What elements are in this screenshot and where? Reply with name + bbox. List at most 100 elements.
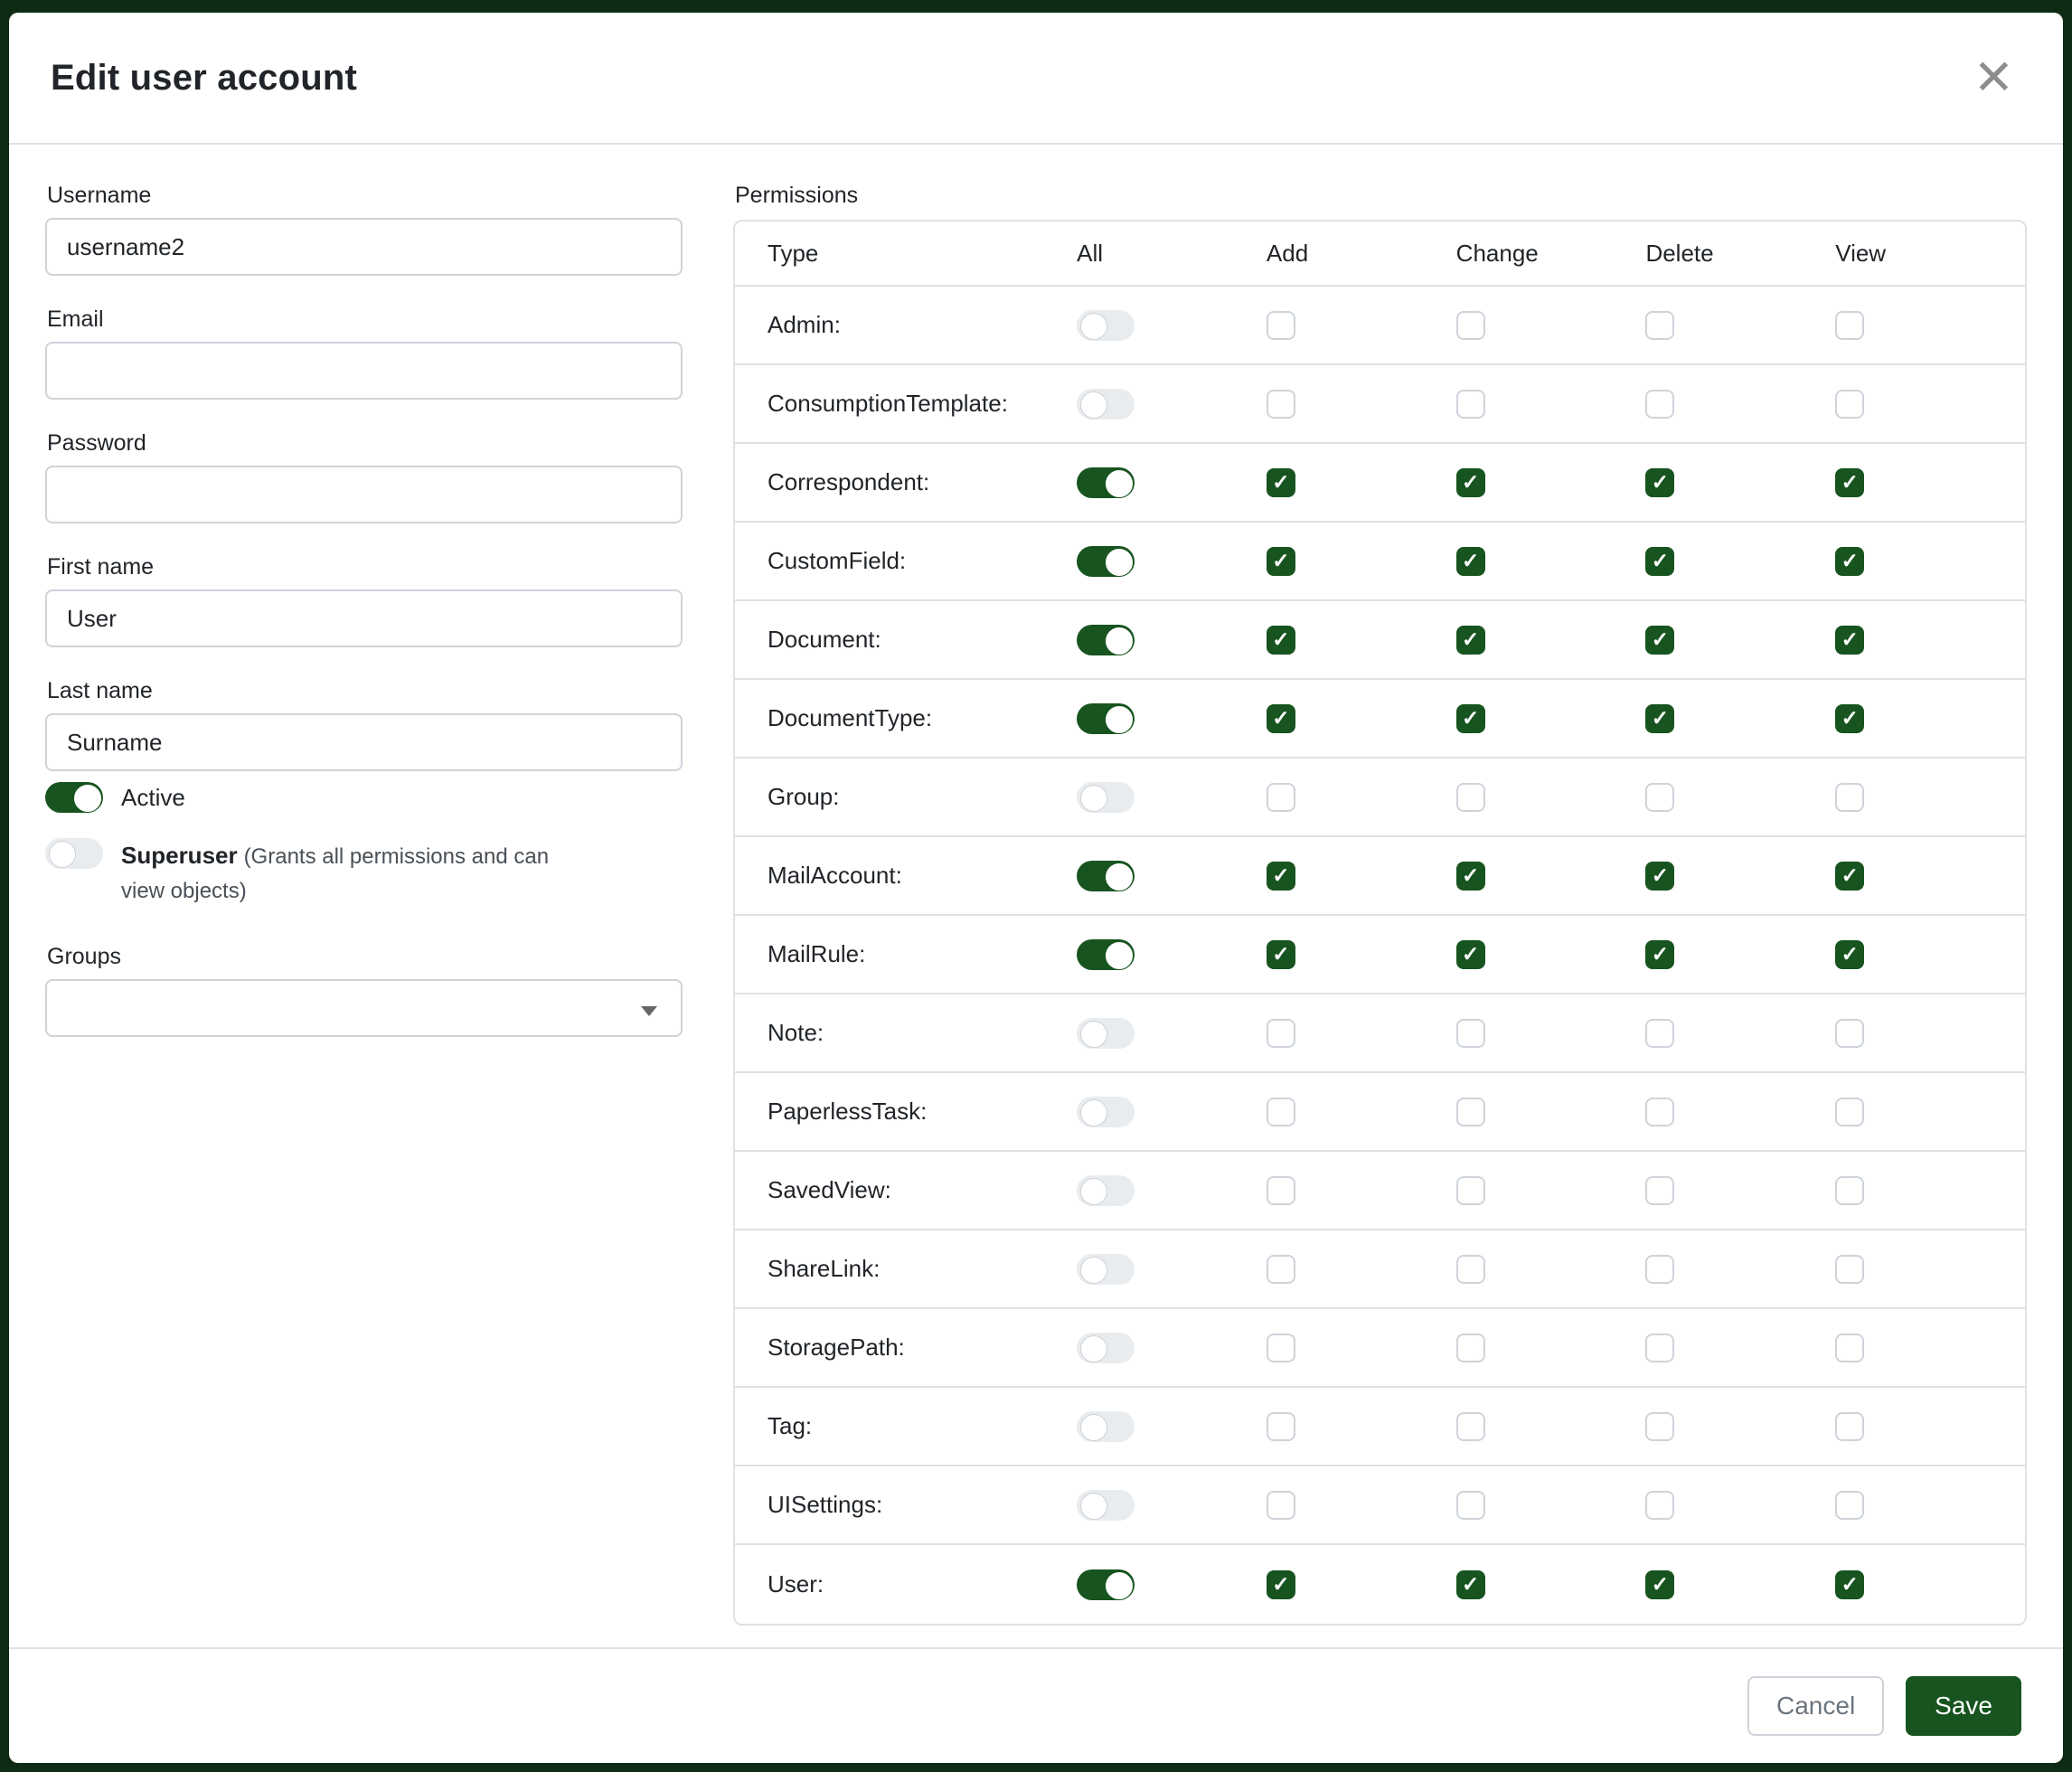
permission-all-toggle[interactable] — [1077, 389, 1135, 419]
permission-all-toggle[interactable] — [1077, 782, 1135, 813]
permission-change-checkbox[interactable] — [1456, 1491, 1485, 1520]
permission-add-checkbox[interactable] — [1267, 783, 1295, 812]
permission-delete-checkbox[interactable] — [1645, 1412, 1674, 1441]
permission-all-toggle[interactable] — [1077, 310, 1135, 341]
permission-change-checkbox[interactable] — [1456, 1098, 1485, 1126]
permission-row: StoragePath: — [735, 1309, 2025, 1388]
permission-change-checkbox[interactable] — [1456, 468, 1485, 497]
permission-delete-checkbox[interactable] — [1645, 1098, 1674, 1126]
permission-change-checkbox[interactable] — [1456, 311, 1485, 340]
permission-view-checkbox[interactable] — [1835, 1176, 1864, 1205]
permission-add-checkbox[interactable] — [1267, 1176, 1295, 1205]
permission-view-checkbox[interactable] — [1835, 1412, 1864, 1441]
permission-view-checkbox[interactable] — [1835, 311, 1864, 340]
permission-change-checkbox[interactable] — [1456, 1412, 1485, 1441]
permission-all-toggle[interactable] — [1077, 1018, 1135, 1049]
permission-change-checkbox[interactable] — [1456, 783, 1485, 812]
permission-all-toggle[interactable] — [1077, 1097, 1135, 1127]
permission-change-checkbox[interactable] — [1456, 626, 1485, 655]
permission-all-toggle[interactable] — [1077, 1175, 1135, 1206]
permission-delete-checkbox[interactable] — [1645, 1334, 1674, 1362]
permission-all-toggle[interactable] — [1077, 1490, 1135, 1521]
permission-add-checkbox[interactable] — [1267, 704, 1295, 733]
permission-add-checkbox[interactable] — [1267, 1255, 1295, 1284]
active-toggle[interactable] — [45, 782, 103, 813]
permission-all-toggle[interactable] — [1077, 703, 1135, 734]
permission-view-checkbox[interactable] — [1835, 704, 1864, 733]
username-field-group: Username — [45, 183, 683, 276]
permission-view-checkbox[interactable] — [1835, 468, 1864, 497]
permission-view-checkbox[interactable] — [1835, 1570, 1864, 1599]
permission-add-checkbox[interactable] — [1267, 390, 1295, 419]
save-button[interactable]: Save — [1906, 1676, 2021, 1736]
permission-all-toggle[interactable] — [1077, 1333, 1135, 1363]
permission-view-checkbox[interactable] — [1835, 940, 1864, 969]
permission-all-toggle[interactable] — [1077, 467, 1135, 498]
permission-change-checkbox[interactable] — [1456, 1570, 1485, 1599]
permission-view-checkbox[interactable] — [1835, 626, 1864, 655]
permission-delete-checkbox[interactable] — [1645, 940, 1674, 969]
permission-delete-checkbox[interactable] — [1645, 783, 1674, 812]
permission-view-checkbox[interactable] — [1835, 1098, 1864, 1126]
permission-view-checkbox[interactable] — [1835, 1491, 1864, 1520]
permission-add-checkbox[interactable] — [1267, 1019, 1295, 1048]
close-icon[interactable]: ✕ — [1966, 50, 2021, 106]
permission-change-checkbox[interactable] — [1456, 862, 1485, 891]
permission-change-checkbox[interactable] — [1456, 1255, 1485, 1284]
permission-all-toggle[interactable] — [1077, 1254, 1135, 1285]
permission-all-toggle[interactable] — [1077, 1569, 1135, 1600]
modal-title: Edit user account — [51, 58, 357, 99]
permission-delete-checkbox[interactable] — [1645, 704, 1674, 733]
permission-add-checkbox[interactable] — [1267, 311, 1295, 340]
permission-view-checkbox[interactable] — [1835, 862, 1864, 891]
permission-all-toggle[interactable] — [1077, 1411, 1135, 1442]
permission-add-checkbox[interactable] — [1267, 547, 1295, 576]
permission-add-checkbox[interactable] — [1267, 1570, 1295, 1599]
permission-add-checkbox[interactable] — [1267, 940, 1295, 969]
permission-all-toggle[interactable] — [1077, 939, 1135, 970]
permission-change-checkbox[interactable] — [1456, 1176, 1485, 1205]
permission-add-checkbox[interactable] — [1267, 1491, 1295, 1520]
permission-add-checkbox[interactable] — [1267, 1412, 1295, 1441]
permission-view-checkbox[interactable] — [1835, 390, 1864, 419]
permission-delete-checkbox[interactable] — [1645, 1255, 1674, 1284]
permission-delete-checkbox[interactable] — [1645, 626, 1674, 655]
permission-change-checkbox[interactable] — [1456, 1019, 1485, 1048]
permission-change-checkbox[interactable] — [1456, 547, 1485, 576]
permission-change-checkbox[interactable] — [1456, 704, 1485, 733]
permission-add-checkbox[interactable] — [1267, 1334, 1295, 1362]
cancel-button[interactable]: Cancel — [1747, 1676, 1884, 1736]
permission-view-checkbox[interactable] — [1835, 1019, 1864, 1048]
permission-delete-checkbox[interactable] — [1645, 1491, 1674, 1520]
permission-change-checkbox[interactable] — [1456, 390, 1485, 419]
groups-select[interactable] — [45, 979, 683, 1037]
permission-delete-checkbox[interactable] — [1645, 1019, 1674, 1048]
last-name-input[interactable] — [45, 713, 683, 771]
username-input[interactable] — [45, 218, 683, 276]
permission-add-checkbox[interactable] — [1267, 468, 1295, 497]
permission-change-checkbox[interactable] — [1456, 940, 1485, 969]
permission-view-checkbox[interactable] — [1835, 1334, 1864, 1362]
superuser-toggle[interactable] — [45, 838, 103, 869]
permission-add-checkbox[interactable] — [1267, 1098, 1295, 1126]
permission-all-toggle[interactable] — [1077, 625, 1135, 655]
email-field[interactable] — [45, 342, 683, 400]
permission-delete-checkbox[interactable] — [1645, 1570, 1674, 1599]
permission-view-checkbox[interactable] — [1835, 547, 1864, 576]
permission-delete-checkbox[interactable] — [1645, 468, 1674, 497]
permission-delete-checkbox[interactable] — [1645, 390, 1674, 419]
first-name-input[interactable] — [45, 589, 683, 647]
permission-delete-checkbox[interactable] — [1645, 1176, 1674, 1205]
permission-view-checkbox[interactable] — [1835, 783, 1864, 812]
permission-delete-checkbox[interactable] — [1645, 547, 1674, 576]
permission-add-checkbox[interactable] — [1267, 862, 1295, 891]
permission-change-checkbox[interactable] — [1456, 1334, 1485, 1362]
permission-all-toggle[interactable] — [1077, 546, 1135, 577]
permission-add-checkbox[interactable] — [1267, 626, 1295, 655]
permission-view-checkbox[interactable] — [1835, 1255, 1864, 1284]
permission-delete-checkbox[interactable] — [1645, 311, 1674, 340]
permission-type: ShareLink: — [735, 1255, 1077, 1283]
password-field[interactable] — [45, 466, 683, 523]
permission-delete-checkbox[interactable] — [1645, 862, 1674, 891]
permission-all-toggle[interactable] — [1077, 861, 1135, 891]
